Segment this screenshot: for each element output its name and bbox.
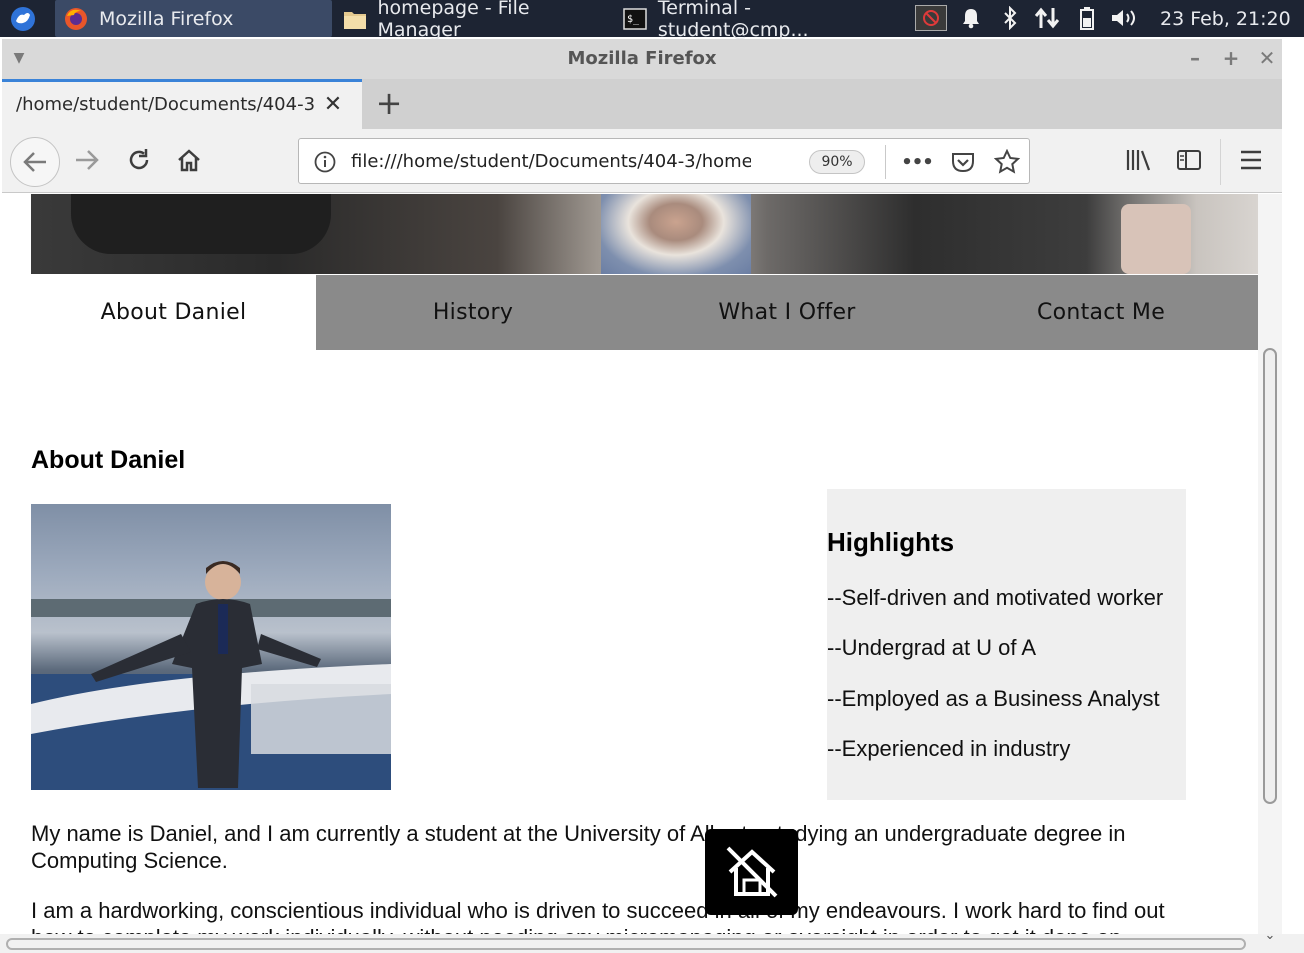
tab-about-daniel[interactable]: About Daniel (31, 275, 316, 350)
site-info-icon[interactable] (311, 148, 339, 176)
no-entry-icon[interactable] (915, 5, 947, 31)
browser-tab[interactable]: /home/student/Documents/404-3 ✕ (2, 79, 362, 129)
os-taskbar: Mozilla Firefox homepage - File Manager … (0, 0, 1304, 41)
highlight-item: --Self-driven and motivated worker (827, 585, 1164, 610)
tab-history[interactable]: History (316, 275, 630, 350)
svg-text:$_: $_ (627, 14, 640, 25)
forward-arrow-icon (76, 150, 99, 170)
no-home-overlay-icon (705, 829, 798, 915)
scrollbar-thumb[interactable] (1263, 348, 1277, 804)
volume-icon[interactable] (1108, 5, 1140, 31)
bluetooth-icon[interactable] (997, 5, 1023, 31)
reload-button[interactable] (122, 143, 156, 177)
firefox-icon (63, 6, 89, 32)
new-tab-button[interactable]: + (372, 85, 406, 121)
url-bar-separator (885, 145, 886, 179)
highlights-title: Highlights (827, 527, 955, 557)
scroll-down-chevron-icon[interactable]: ⌄ (1262, 928, 1278, 944)
library-icon (1126, 150, 1151, 171)
banner-figure (71, 194, 331, 254)
folder-icon (342, 6, 367, 32)
network-transfer-icon[interactable] (1034, 5, 1060, 31)
navigation-toolbar: file:///home/student/Documents/404-3/hom… (2, 129, 1282, 193)
section-heading: About Daniel (31, 446, 186, 474)
home-button[interactable] (172, 143, 206, 177)
tab-what-i-offer[interactable]: What I Offer (630, 275, 944, 350)
close-window-button[interactable]: ✕ (1256, 47, 1278, 69)
home-icon (178, 149, 200, 172)
maximize-button[interactable]: + (1220, 47, 1242, 69)
library-button[interactable] (1122, 143, 1156, 177)
about-paragraph: I am a hardworking, conscientious indivi… (31, 898, 1165, 934)
browser-tab-title: /home/student/Documents/404-3 (16, 94, 316, 115)
highlight-item: --Experienced in industry (827, 736, 1071, 761)
bell-icon[interactable] (958, 5, 984, 31)
horizontal-scrollbar[interactable] (6, 938, 1246, 950)
minimize-button[interactable]: – (1184, 47, 1206, 69)
back-arrow-icon (23, 152, 46, 172)
page-actions-icon[interactable]: ••• (901, 148, 934, 176)
battery-icon[interactable] (1074, 5, 1100, 31)
window-title: Mozilla Firefox (567, 48, 717, 69)
forward-button[interactable] (70, 143, 104, 177)
taskbar-task-label: Terminal - student@cmp... (657, 0, 809, 41)
toolbar-separator (1220, 139, 1221, 185)
bookmark-star-icon[interactable] (993, 148, 1021, 176)
app-menu-icon[interactable] (4, 0, 42, 37)
terminal-icon: $_ (622, 6, 648, 32)
profile-photo (31, 504, 391, 790)
pocket-icon[interactable] (949, 148, 977, 176)
url-bar[interactable]: file:///home/student/Documents/404-3/hom… (298, 138, 1030, 184)
zoom-level-button[interactable]: 90% (809, 150, 865, 174)
reload-icon (129, 149, 149, 170)
tab-strip: /home/student/Documents/404-3 ✕ + (2, 79, 1282, 129)
main-menu-button[interactable] (1234, 143, 1268, 177)
highlight-item: --Employed as a Business Analyst (827, 686, 1160, 711)
taskbar-task-firefox[interactable]: Mozilla Firefox (55, 0, 332, 37)
url-text[interactable]: file:///home/student/Documents/404-3/hom… (351, 151, 751, 172)
close-tab-icon[interactable]: ✕ (320, 92, 346, 118)
vertical-scrollbar[interactable] (1258, 194, 1282, 934)
hamburger-menu-icon (1241, 150, 1261, 170)
header-banner-image (31, 194, 1258, 274)
banner-figure (601, 194, 751, 274)
sidebar-toggle-button[interactable] (1172, 143, 1206, 177)
window-titlebar[interactable]: ▼ Mozilla Firefox – + ✕ (2, 39, 1282, 79)
tab-contact-me[interactable]: Contact Me (944, 275, 1258, 350)
back-button[interactable] (10, 137, 60, 187)
taskbar-task-terminal[interactable]: $_ Terminal - student@cmp... (616, 0, 906, 41)
page-tab-bar: About Daniel History What I Offer Contac… (31, 275, 1258, 350)
highlight-item: --Undergrad at U of A (827, 635, 1037, 660)
banner-figure (1121, 204, 1191, 274)
taskbar-task-label: Mozilla Firefox (99, 7, 234, 30)
sidebar-icon (1177, 150, 1201, 170)
page-viewport: About Daniel History What I Offer Contac… (2, 194, 1258, 934)
highlights-panel: Highlights --Self-driven and motivated w… (827, 489, 1186, 800)
taskbar-task-file-manager[interactable]: homepage - File Manager (334, 0, 614, 41)
about-paragraph: My name is Daniel, and I am currently a … (31, 821, 1126, 873)
clock[interactable]: 23 Feb, 21:20 (1160, 0, 1304, 37)
taskbar-task-label: homepage - File Manager (377, 0, 530, 41)
